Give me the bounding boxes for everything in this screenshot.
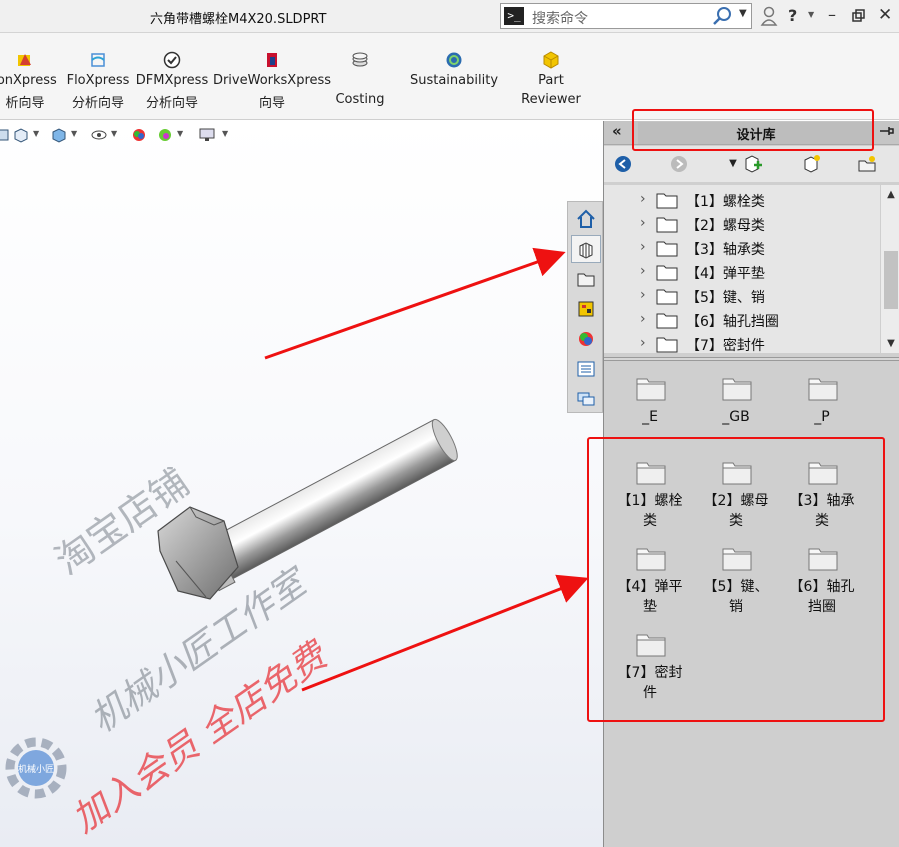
scroll-up-icon[interactable]: ▲ bbox=[881, 189, 899, 200]
document-title: 六角带槽螺栓M4X20.SLDPRT bbox=[150, 12, 327, 27]
folder-icon bbox=[656, 265, 678, 281]
search-commands-box[interactable]: >_ 搜索命令 ▼ bbox=[500, 3, 752, 29]
folder-icon bbox=[656, 337, 678, 353]
library-tree: › 【1】螺栓类 › 【2】螺母类 › 【3】轴承类 › 【4】弹平垫 › 【5… bbox=[604, 185, 880, 354]
view-settings-dropdown-arrow[interactable]: ▼ bbox=[222, 129, 228, 138]
sustainability-icon bbox=[446, 52, 462, 68]
costing-button[interactable]: Costing bbox=[330, 33, 390, 120]
search-icon[interactable] bbox=[709, 5, 735, 27]
back-icon[interactable] bbox=[612, 153, 634, 175]
tree-scrollbar[interactable]: ▲ ▼ bbox=[880, 185, 899, 353]
driveworksxpress-button[interactable]: DriveWorksXpress 向导 bbox=[212, 33, 332, 120]
section-view-icon[interactable] bbox=[12, 127, 30, 143]
tab-appearances[interactable] bbox=[571, 325, 601, 353]
tab-file-explorer[interactable] bbox=[571, 265, 601, 293]
command-ribbon: ionXpress 析向导 FloXpress 分析向导 DFMXpress 分… bbox=[0, 33, 899, 120]
collapse-pane-icon[interactable]: « bbox=[612, 122, 622, 140]
tab-design-library[interactable] bbox=[571, 235, 601, 263]
hide-show-items-icon[interactable] bbox=[90, 127, 108, 143]
sustainability-button[interactable]: Sustainability bbox=[406, 33, 502, 120]
folder-icon bbox=[656, 289, 678, 305]
view-settings-icon[interactable] bbox=[198, 127, 216, 143]
chevron-right-icon[interactable]: › bbox=[640, 287, 646, 303]
tab-custom-properties[interactable] bbox=[571, 355, 601, 383]
hide-show-dropdown-arrow[interactable]: ▼ bbox=[111, 129, 117, 138]
search-dropdown-arrow[interactable]: ▼ bbox=[739, 8, 747, 19]
display-style-icon[interactable] bbox=[50, 127, 68, 143]
forward-icon[interactable] bbox=[668, 153, 690, 175]
forum-icon bbox=[577, 392, 595, 406]
folder-icon bbox=[656, 241, 678, 257]
heads-up-view-toolbar: ▼ ▼ ▼ ▼ ▼ bbox=[0, 121, 240, 149]
scroll-down-icon[interactable]: ▼ bbox=[881, 338, 899, 349]
folder-icon bbox=[656, 313, 678, 329]
restore-icon[interactable] bbox=[852, 9, 866, 23]
command-prompt-icon: >_ bbox=[504, 7, 524, 25]
simulationxpress-button[interactable]: ionXpress 析向导 bbox=[0, 33, 64, 120]
scene-dropdown-arrow[interactable]: ▼ bbox=[177, 129, 183, 138]
chevron-right-icon[interactable]: › bbox=[640, 263, 646, 279]
title-bar: 六角带槽螺栓M4X20.SLDPRT >_ 搜索命令 ▼ ? ▼ – ✕ bbox=[0, 0, 899, 33]
home-icon bbox=[577, 209, 595, 228]
close-icon[interactable]: ✕ bbox=[878, 5, 892, 25]
folder-icon bbox=[722, 378, 752, 401]
bolt-model-view[interactable] bbox=[0, 121, 603, 847]
task-pane-tabs bbox=[567, 201, 603, 413]
tab-solidworks-resources[interactable] bbox=[571, 205, 601, 233]
part-reviewer-button[interactable]: Part Reviewer bbox=[516, 33, 586, 120]
annotation-box-title bbox=[632, 109, 874, 151]
scrollbar-thumb[interactable] bbox=[884, 251, 898, 309]
history-dropdown-arrow[interactable]: ▼ bbox=[722, 153, 744, 175]
floxpress-button[interactable]: FloXpress 分析向导 bbox=[62, 33, 134, 120]
display-dropdown-arrow[interactable]: ▼ bbox=[71, 129, 77, 138]
dfmxpress-icon bbox=[163, 51, 181, 69]
annotation-box-folders bbox=[587, 437, 885, 722]
pin-icon[interactable] bbox=[879, 124, 895, 138]
driveworksxpress-icon bbox=[267, 53, 277, 67]
simulationxpress-icon bbox=[18, 54, 31, 66]
chevron-right-icon[interactable]: › bbox=[640, 215, 646, 231]
floxpress-icon bbox=[91, 53, 105, 67]
design-library-toolbar: ▼ bbox=[604, 146, 899, 182]
dfmxpress-button[interactable]: DFMXpress 分析向导 bbox=[134, 33, 210, 120]
graphics-area[interactable] bbox=[0, 121, 603, 847]
help-dropdown-arrow[interactable]: ▼ bbox=[808, 10, 814, 19]
add-file-location-icon[interactable] bbox=[800, 153, 822, 175]
folder-icon bbox=[808, 378, 838, 401]
view-orientation-icon[interactable] bbox=[0, 127, 12, 143]
create-new-folder-icon[interactable] bbox=[856, 153, 878, 175]
chevron-right-icon[interactable]: › bbox=[640, 311, 646, 327]
apply-scene-icon[interactable] bbox=[156, 127, 174, 143]
help-icon[interactable]: ? bbox=[788, 6, 797, 25]
minimize-icon[interactable]: – bbox=[828, 5, 836, 24]
appearances-icon bbox=[579, 332, 593, 346]
folder-icon bbox=[656, 193, 678, 209]
custom-properties-icon bbox=[577, 361, 595, 377]
user-icon[interactable] bbox=[760, 5, 778, 27]
search-input[interactable]: 搜索命令 bbox=[532, 8, 588, 28]
edit-appearance-icon[interactable] bbox=[130, 127, 148, 143]
tab-forum[interactable] bbox=[571, 385, 601, 413]
watermark-gear-logo: 机械小匠 bbox=[5, 737, 67, 799]
svg-text:机械小匠: 机械小匠 bbox=[18, 763, 54, 775]
view-dropdown-arrow[interactable]: ▼ bbox=[33, 129, 39, 138]
folder-open-icon bbox=[577, 273, 595, 287]
design-library-icon bbox=[579, 242, 593, 259]
view-palette-icon bbox=[578, 301, 594, 317]
chevron-right-icon[interactable]: › bbox=[640, 191, 646, 207]
tab-view-palette[interactable] bbox=[571, 295, 601, 323]
add-to-library-icon[interactable] bbox=[742, 153, 764, 175]
costing-icon bbox=[352, 52, 368, 67]
chevron-right-icon[interactable]: › bbox=[640, 335, 646, 351]
folder-icon bbox=[656, 217, 678, 233]
pane-splitter[interactable] bbox=[604, 357, 899, 361]
part-reviewer-icon bbox=[543, 51, 559, 69]
chevron-right-icon[interactable]: › bbox=[640, 239, 646, 255]
folder-icon bbox=[636, 378, 666, 401]
